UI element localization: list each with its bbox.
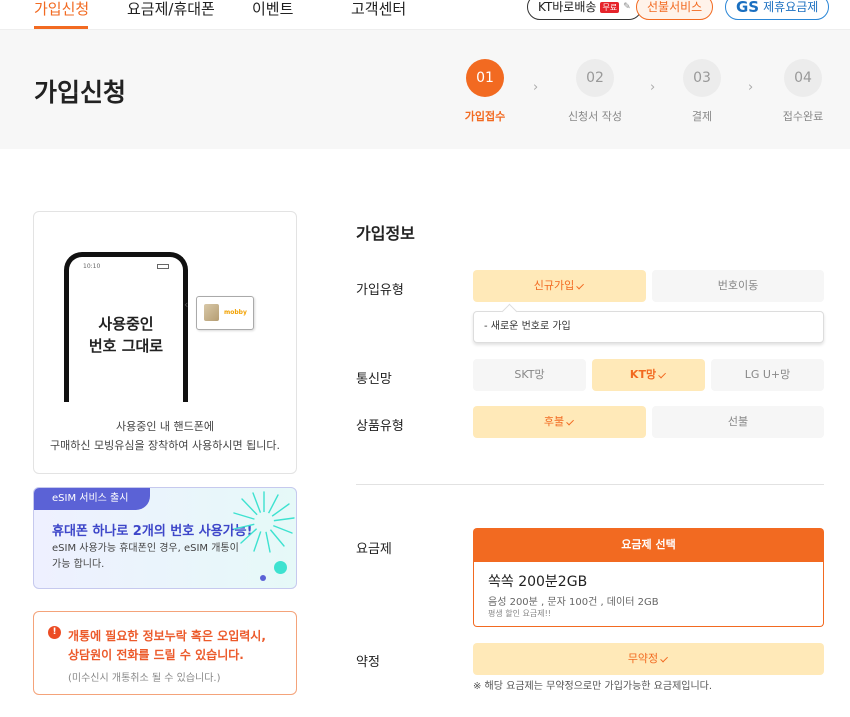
join-type-port-option[interactable]: 번호이동: [652, 270, 824, 302]
check-icon: [566, 417, 575, 426]
contract-value: 무약정: [627, 652, 659, 665]
join-type-label: 가입유형: [356, 283, 404, 298]
network-lg-option[interactable]: LG U+망: [711, 359, 824, 391]
gs-partner-label: 제휴요금제: [763, 0, 819, 14]
network-skt-option[interactable]: SKT망: [473, 359, 586, 391]
kt-delivery-label: KT바로배송: [538, 0, 597, 14]
esim-tag: eSIM 서비스 출시: [34, 488, 151, 510]
insert-arrow-icon: ‹: [184, 298, 189, 311]
plan-label: 요금제: [356, 542, 392, 557]
page-title: 가입신청: [34, 78, 127, 107]
join-new-label: 신규가입: [533, 279, 575, 292]
network-kt-label: KT망: [629, 368, 657, 381]
product-type-label: 상품유형: [356, 419, 404, 434]
step-1: 01 가입접수: [445, 59, 525, 124]
page-header: 가입신청 01 가입접수 › 02 신청서 작성 › 03 결제 › 04 접수…: [0, 30, 850, 149]
usim-desc-line-1: 사용중인 내 핸드폰에: [115, 420, 215, 433]
step-number: 03: [683, 59, 721, 97]
step-label: 접수완료: [782, 110, 824, 123]
postpaid-label: 후불: [543, 415, 565, 428]
step-4: 04 접수완료: [763, 59, 843, 124]
warning-notice: ! 개통에 필요한 정보누락 혹은 오입력시, 상담원이 전화를 드릴 수 있습…: [33, 611, 297, 695]
step-number: 04: [784, 59, 822, 97]
esim-desc-line-2: 가능 합니다.: [52, 559, 105, 570]
decor-dot-icon: [260, 575, 266, 581]
nav-item-events[interactable]: 이벤트: [252, 0, 293, 18]
warning-line-1: 개통에 필요한 정보누락 혹은 오입력시,: [68, 629, 266, 643]
network-kt-option[interactable]: KT망: [592, 359, 705, 391]
step-label: 결제: [691, 110, 713, 123]
battery-icon: [157, 264, 169, 269]
product-prepaid-option[interactable]: 선불: [652, 406, 824, 438]
warning-subtext: (미수신시 개통취소 될 수 있습니다.): [68, 673, 221, 684]
usim-desc-line-2: 구매하신 모빙유심을 장착하여 사용하시면 됩니다.: [49, 439, 280, 452]
step-number: 02: [576, 59, 614, 97]
sim-card-icon: mobby: [196, 296, 254, 330]
nav-item-signup[interactable]: 가입신청: [34, 0, 89, 18]
step-label: 가입접수: [464, 110, 506, 123]
selected-plan-box[interactable]: 쏙쏙 200분2GB 음성 200분 , 문자 100건 , 데이터 2GB 평…: [473, 562, 824, 627]
plan-spec: 음성 200분 , 문자 100건 , 데이터 2GB: [488, 597, 659, 608]
firework-burst-icon: [233, 491, 295, 553]
check-icon: [576, 281, 585, 290]
alert-icon: !: [48, 626, 61, 639]
top-navigation: 가입신청 요금제/휴대폰 이벤트 고객센터 KT바로배송 무료 ✎ 선불서비스 …: [0, 0, 850, 30]
sim-chip-icon: [204, 304, 219, 321]
step-number: 01: [466, 59, 504, 97]
chevron-right-icon: ›: [533, 80, 539, 95]
free-tag: 무료: [600, 1, 620, 13]
nav-item-plans-phones[interactable]: 요금제/휴대폰: [127, 0, 215, 18]
chevron-right-icon: ›: [748, 80, 754, 95]
phone-text-line-1: 사용중인: [98, 315, 154, 333]
phone-illustration-icon: 10:10 사용중인 번호 그대로: [64, 252, 188, 402]
phone-text-line-2: 번호 그대로: [88, 337, 164, 355]
warning-line-2: 상담원이 전화를 드릴 수 있습니다.: [68, 648, 244, 662]
phone-time: 10:10: [83, 263, 101, 270]
contract-note: ※ 해당 요금제는 무약정으로만 가입가능한 요금제입니다.: [473, 681, 713, 692]
chevron-right-icon: ›: [650, 80, 656, 95]
link-arrow-icon: ✎: [623, 2, 631, 12]
gs-logo-icon: GS: [736, 0, 760, 16]
esim-desc-line-1: eSIM 사용가능 휴대폰인 경우, eSIM 개통이: [52, 543, 239, 554]
contract-no-commitment-option[interactable]: 무약정: [473, 643, 824, 675]
plan-note: 평생 할인 요금제!!: [488, 609, 552, 618]
check-icon: [658, 370, 667, 379]
check-icon: [660, 654, 669, 663]
prepaid-service-button[interactable]: 선불서비스: [636, 0, 714, 20]
phone-illustration-text: 사용중인 번호 그대로: [69, 313, 183, 357]
contract-label: 약정: [356, 655, 380, 670]
gs-partner-plan-button[interactable]: GS 제휴요금제: [725, 0, 830, 20]
esim-banner[interactable]: eSIM 서비스 출시 휴대폰 하나로 2개의 번호 사용가능! eSIM 사용…: [33, 487, 297, 589]
network-label: 통신망: [356, 372, 392, 387]
join-type-new-option[interactable]: 신규가입: [473, 270, 646, 302]
product-postpaid-option[interactable]: 후불: [473, 406, 646, 438]
plan-name: 쏙쏙 200분2GB: [488, 574, 588, 590]
usim-description: 사용중인 내 핸드폰에 구매하신 모빙유심을 장착하여 사용하시면 됩니다.: [34, 417, 296, 455]
section-title: 가입정보: [356, 224, 415, 243]
sim-logo: mobby: [224, 309, 247, 316]
step-2: 02 신청서 작성: [555, 59, 635, 124]
select-plan-button[interactable]: 요금제 선택: [473, 528, 824, 562]
section-divider: [356, 484, 824, 485]
step-label: 신청서 작성: [567, 110, 623, 123]
nav-active-underline: [34, 26, 88, 29]
usim-info-card: 10:10 사용중인 번호 그대로 ‹ mobby 사용중인 내 핸드폰에 구매…: [33, 211, 297, 474]
nav-item-customer-center[interactable]: 고객센터: [351, 0, 406, 18]
join-type-tooltip: - 새로운 번호로 가입: [473, 311, 824, 343]
esim-description: eSIM 사용가능 휴대폰인 경우, eSIM 개통이 가능 합니다.: [52, 541, 239, 573]
decor-dot-icon: [274, 561, 287, 574]
warning-text: 개통에 필요한 정보누락 혹은 오입력시, 상담원이 전화를 드릴 수 있습니다…: [68, 627, 266, 665]
step-3: 03 결제: [662, 59, 742, 124]
kt-delivery-button[interactable]: KT바로배송 무료 ✎: [527, 0, 642, 20]
